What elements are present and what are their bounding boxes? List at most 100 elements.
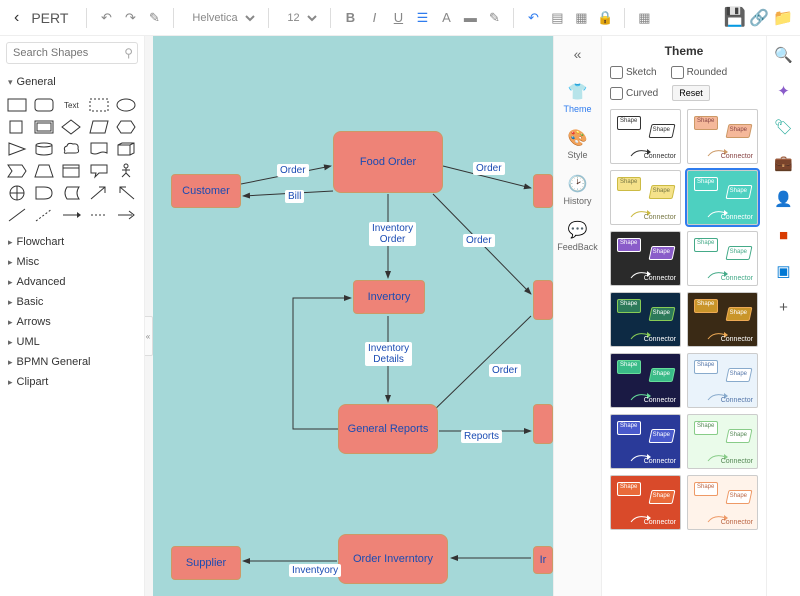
shape-card[interactable] [60, 162, 82, 180]
save-icon[interactable]: 💾 [726, 9, 744, 27]
node-reports[interactable]: General Reports [338, 404, 438, 454]
category-arrows[interactable]: Arrows [6, 312, 138, 332]
shape-or[interactable] [6, 184, 28, 202]
shape-hex[interactable] [115, 118, 137, 136]
office-rail-icon[interactable]: ■ [775, 226, 793, 244]
node-right2[interactable] [533, 280, 553, 320]
tag-rail-icon[interactable]: 🏷 [775, 118, 793, 136]
node-right4[interactable]: Ir [533, 546, 553, 574]
shape-roundrect[interactable] [33, 96, 55, 114]
theme-card-12[interactable]: Connector Shape Shape [610, 475, 681, 530]
theme-card-10[interactable]: Connector Shape Shape [610, 414, 681, 469]
layer-icon[interactable]: ▤ [548, 9, 566, 27]
shape-dashline[interactable] [33, 206, 55, 224]
theme-card-11[interactable]: Connector Shape Shape [687, 414, 758, 469]
outlook-rail-icon[interactable]: ▣ [775, 262, 793, 280]
shape-rect[interactable] [6, 96, 28, 114]
underline-icon[interactable]: U [389, 9, 407, 27]
sketch-checkbox[interactable]: Sketch [610, 66, 657, 79]
tab-theme[interactable]: 👕Theme [563, 82, 591, 114]
italic-icon[interactable]: I [365, 9, 383, 27]
theme-card-13[interactable]: Connector Shape Shape [687, 475, 758, 530]
category-flowchart[interactable]: Flowchart [6, 232, 138, 252]
right-collapse-icon[interactable]: « [574, 46, 582, 62]
shape-doc[interactable] [88, 140, 110, 158]
node-right3[interactable] [533, 404, 553, 444]
brush-icon[interactable]: ✎ [145, 9, 163, 27]
shape-line[interactable] [6, 206, 28, 224]
undo-icon[interactable]: ↶ [97, 9, 115, 27]
theme-card-8[interactable]: Connector Shape Shape [610, 353, 681, 408]
category-advanced[interactable]: Advanced [6, 272, 138, 292]
tab-history[interactable]: 🕑History [563, 174, 591, 206]
table-icon[interactable]: ▦ [635, 9, 653, 27]
search-rail-icon[interactable]: 🔍 [775, 46, 793, 64]
theme-card-7[interactable]: Connector Shape Shape [687, 292, 758, 347]
shape-ellipse[interactable] [115, 96, 137, 114]
category-bpmn[interactable]: BPMN General [6, 352, 138, 372]
category-uml[interactable]: UML [6, 332, 138, 352]
shape-and[interactable] [33, 184, 55, 202]
shape-double[interactable] [33, 118, 55, 136]
shape-conn3[interactable] [115, 206, 137, 224]
back-button[interactable]: ‹ [8, 7, 25, 29]
theme-card-9[interactable]: Connector Shape Shape [687, 353, 758, 408]
theme-card-1[interactable]: Connector Shape Shape [687, 109, 758, 164]
add-rail-icon[interactable]: + [775, 298, 793, 316]
theme-card-0[interactable]: Connector Shape Shape [610, 109, 681, 164]
tab-style[interactable]: 🎨Style [567, 128, 587, 160]
ai-rail-icon[interactable]: ✦ [775, 82, 793, 100]
shape-trap[interactable] [33, 162, 55, 180]
node-inventory[interactable]: Invertory [353, 280, 425, 314]
reset-button[interactable]: Reset [672, 85, 710, 101]
shape-dash[interactable] [88, 96, 110, 114]
highlight-icon[interactable]: ▬ [461, 9, 479, 27]
person-rail-icon[interactable]: 👤 [775, 190, 793, 208]
theme-card-5[interactable]: Connector Shape Shape [687, 231, 758, 286]
shape-conn2[interactable] [88, 206, 110, 224]
fontsize-select[interactable]: 12 [279, 9, 320, 27]
shape-cube[interactable] [115, 140, 137, 158]
search-input[interactable] [6, 42, 138, 64]
shape-para[interactable] [88, 118, 110, 136]
theme-card-2[interactable]: Connector Shape Shape [610, 170, 681, 225]
tab-feedback[interactable]: 💬FeedBack [557, 220, 598, 252]
category-general[interactable]: General [6, 72, 138, 92]
curved-checkbox[interactable]: Curved [610, 87, 658, 100]
share-icon[interactable]: 🔗 [750, 9, 768, 27]
shape-tri[interactable] [6, 140, 28, 158]
redo-icon[interactable]: ↷ [121, 9, 139, 27]
shape-actor[interactable] [115, 162, 137, 180]
shape-cloud[interactable] [60, 140, 82, 158]
node-orderinv[interactable]: Order Inverntory [338, 534, 448, 584]
node-customer[interactable]: Customer [171, 174, 241, 208]
shape-conn1[interactable] [60, 206, 82, 224]
shape-step[interactable] [6, 162, 28, 180]
bold-icon[interactable]: B [341, 9, 359, 27]
shape-data[interactable] [60, 184, 82, 202]
shape-arrow-ne[interactable] [88, 184, 110, 202]
grid-icon[interactable]: ▦ [572, 9, 590, 27]
node-supplier[interactable]: Supplier [171, 546, 241, 580]
font-select[interactable]: Helvetica [184, 9, 258, 27]
bag-rail-icon[interactable]: 💼 [775, 154, 793, 172]
canvas-area[interactable]: « CustomerFood OrderInvertoryGeneral Rep… [145, 36, 553, 596]
textcolor-icon[interactable]: A [437, 9, 455, 27]
connector-icon[interactable]: ↶ [524, 9, 542, 27]
shape-callout[interactable] [88, 162, 110, 180]
node-right1[interactable] [533, 174, 553, 208]
theme-card-6[interactable]: Connector Shape Shape [610, 292, 681, 347]
theme-card-3[interactable]: Connector Shape Shape [687, 170, 758, 225]
category-misc[interactable]: Misc [6, 252, 138, 272]
shape-cyl[interactable] [33, 140, 55, 158]
shape-text[interactable]: Text [60, 96, 82, 114]
shape-diamond[interactable] [60, 118, 82, 136]
category-basic[interactable]: Basic [6, 292, 138, 312]
search-icon[interactable]: ⚲ [124, 46, 133, 60]
theme-card-4[interactable]: Connector Shape Shape [610, 231, 681, 286]
category-clipart[interactable]: Clipart [6, 372, 138, 392]
rounded-checkbox[interactable]: Rounded [671, 66, 728, 79]
left-collapse-handle[interactable]: « [145, 316, 153, 356]
align-icon[interactable]: ☰ [413, 9, 431, 27]
shape-arrow-nw[interactable] [115, 184, 137, 202]
